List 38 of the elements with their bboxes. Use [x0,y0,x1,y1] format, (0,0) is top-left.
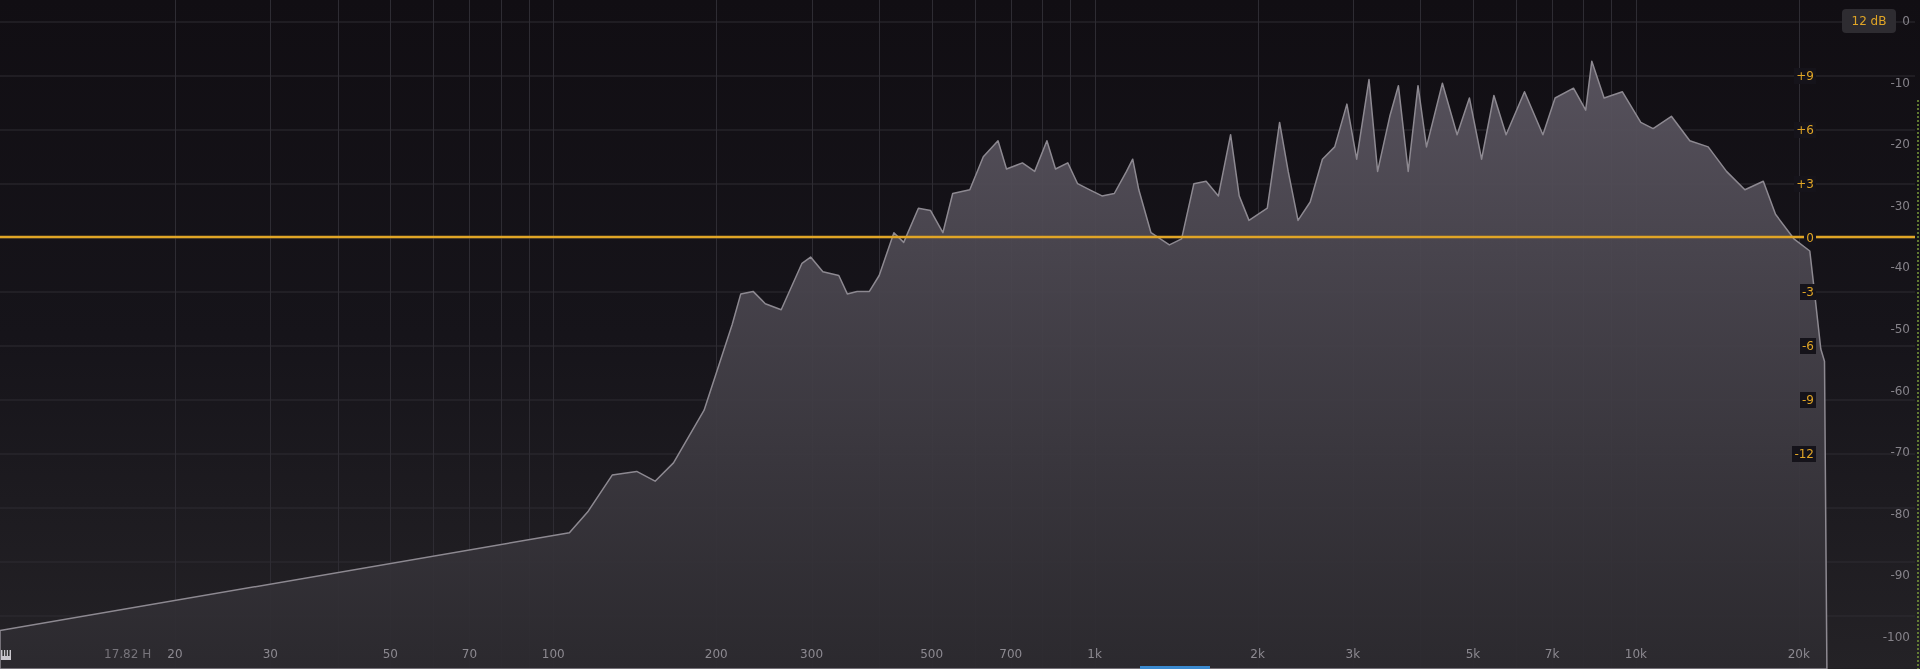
gain-scale-label: +9 [1794,68,1816,84]
db-scale-label: -90 [1890,567,1910,584]
frequency-label: 20k [1787,646,1810,662]
frequency-label: 5k [1465,646,1481,662]
range-button[interactable]: 12 dB [1842,9,1896,33]
gain-scale-label: -3 [1800,284,1816,300]
frequency-label: 300 [800,646,823,662]
frequency-label: 20 [167,646,183,662]
db-scale-label: -80 [1890,505,1910,522]
frequency-label: 700 [999,646,1023,662]
db-scale-label: -20 [1890,136,1910,153]
gain-scale-label: -6 [1800,338,1816,354]
piano-icon[interactable] [1,650,11,660]
db-scale-label: -30 [1890,197,1910,214]
cursor-frequency-readout: 17.82 H [104,646,152,662]
gain-scale-label: +6 [1794,122,1816,138]
gain-scale-label: +3 [1794,176,1816,192]
db-scale-label: -100 [1882,629,1910,645]
db-scale-label: 0 [1902,13,1910,29]
frequency-label: 500 [920,646,944,662]
frequency-label: 2k [1250,646,1265,662]
db-scale-label: -70 [1890,444,1910,461]
frequency-label: 50 [382,646,398,662]
frequency-label: 3k [1345,646,1361,662]
db-scale-label: -40 [1890,259,1910,276]
frequency-label: 1k [1087,646,1102,662]
db-scale-label: -50 [1890,321,1910,337]
frequency-label: 200 [704,646,728,662]
gain-scale-label: -12 [1792,446,1816,462]
frequency-label: 10k [1624,646,1647,662]
frequency-label: 30 [262,646,278,662]
gain-scale-label: -9 [1800,392,1816,408]
db-scale-label: -60 [1890,382,1910,399]
db-scale-label: -10 [1890,74,1910,91]
frequency-label: 7k [1544,646,1560,662]
gain-scale-label: 0 [1804,230,1816,246]
frequency-label: 70 [461,646,478,662]
frequency-label: 100 [541,646,565,662]
